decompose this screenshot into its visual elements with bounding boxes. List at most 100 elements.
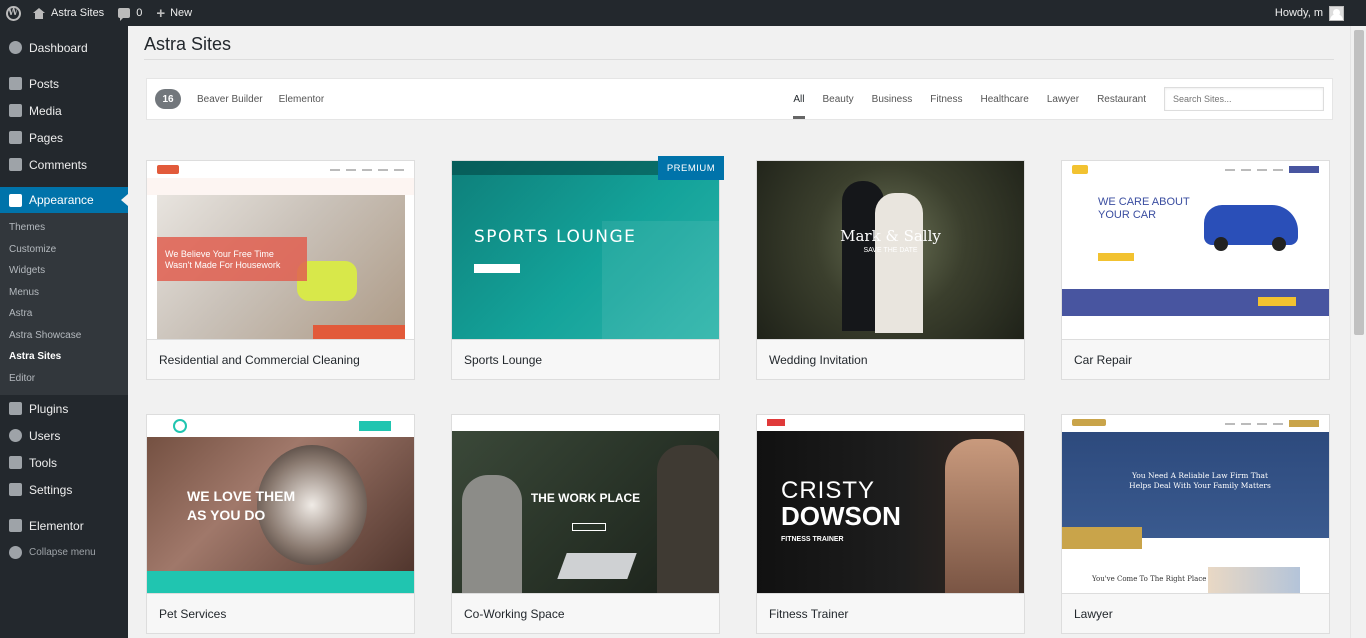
- site-card-cleaning[interactable]: We Believe Your Free Time Wasn't Made Fo…: [146, 160, 415, 380]
- preview-hero-text: WE LOVE THEM AS YOU DO: [187, 488, 296, 523]
- site-name: Astra Sites: [51, 7, 105, 19]
- collapse-menu-button[interactable]: Collapse menu: [0, 539, 128, 566]
- sidebar-item-users[interactable]: Users: [0, 422, 128, 449]
- comment-bubble-icon: [118, 8, 131, 21]
- preview-logo: [157, 165, 179, 174]
- collapse-menu-label: Collapse menu: [29, 547, 96, 558]
- preview-hero-text: THE WORK PLACE: [530, 491, 641, 505]
- admin-bar: W Astra Sites 0 + New Howdy, m: [0, 0, 1366, 26]
- preview-hero-sub: You've Come To The Right Place: [1092, 575, 1207, 583]
- main-content: Astra Sites 16 Beaver Builder Elementor …: [128, 26, 1350, 638]
- submenu-item-customize[interactable]: Customize: [0, 239, 128, 261]
- avatar: [1329, 5, 1344, 21]
- sidebar-item-elementor[interactable]: Elementor: [0, 512, 128, 539]
- preview-hero-sub: SAVE THE DATE: [863, 247, 918, 254]
- sidebar-item-dashboard[interactable]: Dashboard: [0, 34, 128, 61]
- preview-hero-text-2: DOWSON: [781, 501, 901, 531]
- preview-wheel: [1272, 237, 1286, 251]
- sidebar-item-label: Posts: [29, 76, 60, 91]
- tab-business[interactable]: Business: [863, 79, 922, 119]
- tab-all[interactable]: All: [784, 79, 813, 119]
- preview-button: [572, 523, 606, 531]
- pages-icon: [9, 131, 22, 144]
- preview-nav: [757, 415, 1024, 431]
- site-name: Lawyer: [1062, 593, 1329, 633]
- sidebar-item-media[interactable]: Media: [0, 97, 128, 124]
- site-card-car-repair[interactable]: WE CARE ABOUT YOUR CAR Car Repair: [1061, 160, 1330, 380]
- search-sites-input[interactable]: [1164, 87, 1324, 111]
- site-preview: We Believe Your Free Time Wasn't Made Fo…: [147, 161, 414, 339]
- site-card-fitness-trainer[interactable]: CRISTY DOWSON FITNESS TRAINER Fitness Tr…: [756, 414, 1025, 634]
- sidebar-item-label: Tools: [29, 455, 58, 470]
- tab-healthcare[interactable]: Healthcare: [971, 79, 1037, 119]
- sidebar-item-comments[interactable]: Comments: [0, 151, 128, 178]
- preview-button: [1098, 253, 1134, 261]
- preview-hero-text: We Believe Your Free Time Wasn't Made Fo…: [165, 249, 281, 270]
- tab-lawyer[interactable]: Lawyer: [1038, 79, 1088, 119]
- user-icon: [9, 429, 22, 442]
- submenu-item-astra[interactable]: Astra: [0, 303, 128, 325]
- preview-hero-sub: FITNESS TRAINER: [781, 536, 844, 543]
- preview-hero-text: You Need A Reliable Law Firm That Helps …: [1129, 471, 1271, 490]
- preview-button: [474, 264, 520, 273]
- new-label: New: [170, 7, 193, 19]
- sidebar-item-label: Users: [29, 428, 61, 443]
- submenu-item-astra-sites[interactable]: Astra Sites: [0, 346, 128, 368]
- preview-laptop: [557, 553, 637, 579]
- premium-badge: PREMIUM: [658, 156, 724, 180]
- preview-nav: [452, 415, 719, 431]
- site-card-sports-lounge[interactable]: PREMIUM SPORTS LOUNGE Sports Lounge: [451, 156, 724, 380]
- sidebar-item-label: Plugins: [29, 401, 69, 416]
- site-preview: WE CARE ABOUT YOUR CAR: [1062, 161, 1329, 339]
- sidebar-item-tools[interactable]: Tools: [0, 449, 128, 476]
- preview-cta: [313, 325, 405, 339]
- submenu-item-widgets[interactable]: Widgets: [0, 260, 128, 282]
- site-card-pet-services[interactable]: WE LOVE THEM AS YOU DO Pet Services: [146, 414, 415, 634]
- admin-menu: Dashboard Posts Media Pages Comments App…: [0, 26, 128, 638]
- site-name: Co-Working Space: [452, 593, 719, 633]
- preview-logo: [1072, 419, 1106, 426]
- filter-bar: 16 Beaver Builder Elementor All Beauty B…: [146, 78, 1333, 120]
- submenu-item-astra-showcase[interactable]: Astra Showcase: [0, 325, 128, 347]
- sidebar-item-settings[interactable]: Settings: [0, 476, 128, 503]
- brush-icon: [9, 193, 22, 207]
- preview-trainer: [945, 439, 1019, 593]
- preview-band-button: [1258, 297, 1296, 306]
- preview-nav: [1062, 161, 1329, 178]
- site-preview: You Need A Reliable Law Firm That Helps …: [1062, 415, 1329, 593]
- sidebar-item-label: Comments: [29, 157, 88, 172]
- sidebar-item-plugins[interactable]: Plugins: [0, 395, 128, 422]
- submenu-item-menus[interactable]: Menus: [0, 282, 128, 304]
- site-card-wedding[interactable]: Mark & Sally SAVE THE DATE Wedding Invit…: [756, 160, 1025, 380]
- sidebar-item-posts[interactable]: Posts: [0, 70, 128, 97]
- plus-icon: +: [156, 4, 166, 22]
- submenu-item-themes[interactable]: Themes: [0, 217, 128, 239]
- scrollbar-thumb[interactable]: [1354, 30, 1364, 335]
- site-card-co-working[interactable]: THE WORK PLACE Co-Working Space: [451, 414, 720, 634]
- tab-restaurant[interactable]: Restaurant: [1088, 79, 1155, 119]
- site-card-lawyer[interactable]: You Need A Reliable Law Firm That Helps …: [1061, 414, 1330, 634]
- my-account[interactable]: Howdy, m: [1275, 5, 1366, 21]
- site-name-link[interactable]: Astra Sites: [26, 0, 111, 26]
- site-name: Residential and Commercial Cleaning: [147, 339, 414, 379]
- preview-logo: [173, 419, 187, 433]
- tab-fitness[interactable]: Fitness: [921, 79, 971, 119]
- tab-beauty[interactable]: Beauty: [814, 79, 863, 119]
- filter-beaver-builder[interactable]: Beaver Builder: [197, 94, 263, 105]
- page-scrollbar[interactable]: [1350, 26, 1366, 638]
- preview-wheel: [1214, 237, 1228, 251]
- sidebar-item-appearance[interactable]: Appearance: [0, 187, 128, 213]
- comments-link[interactable]: 0: [111, 0, 149, 26]
- sidebar-item-label: Appearance: [29, 193, 94, 207]
- preview-strip: [147, 178, 414, 195]
- preview-hero-text: Mark & Sally: [840, 227, 941, 245]
- submenu-item-editor[interactable]: Editor: [0, 368, 128, 390]
- new-content-link[interactable]: + New: [149, 0, 199, 26]
- site-name: Wedding Invitation: [757, 339, 1024, 379]
- title-divider: [144, 59, 1334, 60]
- pin-icon: [9, 77, 22, 90]
- sidebar-item-pages[interactable]: Pages: [0, 124, 128, 151]
- sidebar-item-label: Pages: [29, 130, 64, 145]
- filter-elementor[interactable]: Elementor: [279, 94, 325, 105]
- wordpress-logo-icon[interactable]: W: [0, 0, 26, 26]
